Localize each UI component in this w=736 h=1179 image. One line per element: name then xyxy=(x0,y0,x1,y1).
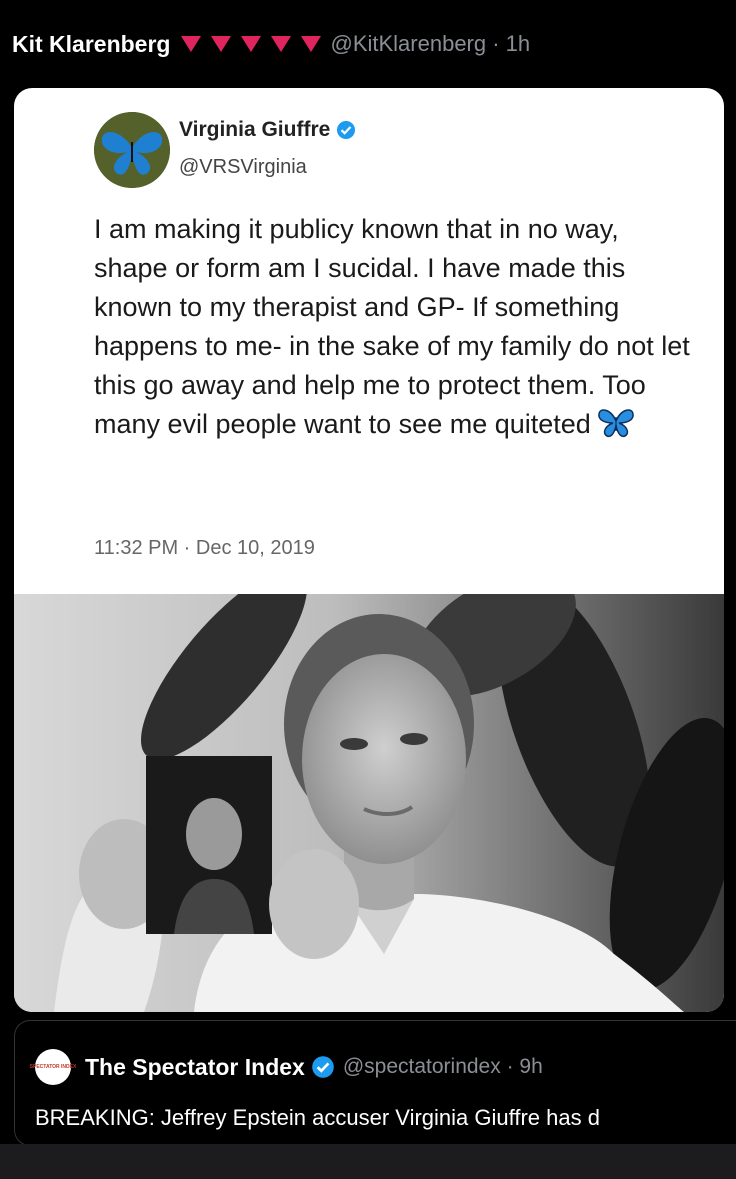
red-down-triangle-icon xyxy=(271,36,292,52)
quoted-author: Virginia Giuffre xyxy=(179,118,356,142)
author-handle-time: @KitKlarenberg · 1h xyxy=(330,31,531,56)
quoted-author-name: Virginia Giuffre xyxy=(179,118,331,141)
avatar[interactable] xyxy=(94,112,170,188)
quote-handle-time: @spectatorindex · 9h xyxy=(342,1055,543,1078)
red-down-triangle-icon xyxy=(181,36,202,52)
red-down-triangle-icon xyxy=(241,36,262,52)
quote-text: BREAKING: Jeffrey Epstein accuser Virgin… xyxy=(35,1105,600,1130)
quoted-timestamp: 11:32 PM · Dec 10, 2019 xyxy=(94,537,315,559)
quote-tweet-card[interactable]: SPECTATOR INDEX The Spectator Index @spe… xyxy=(14,1020,736,1146)
butterfly-avatar-icon xyxy=(94,112,170,188)
author-name[interactable]: Kit Klarenberg xyxy=(12,31,170,58)
bottom-bar xyxy=(0,1144,736,1179)
avatar-logo-text: SPECTATOR INDEX xyxy=(29,1064,77,1070)
emoji-row xyxy=(180,35,322,53)
red-down-triangle-icon xyxy=(301,36,322,52)
quoted-handle: @VRSVirginia xyxy=(179,156,307,178)
spectator-index-avatar[interactable]: SPECTATOR INDEX xyxy=(30,1049,76,1085)
quoted-tweet-image[interactable]: Virginia Giuffre @VRSVirginia I am makin… xyxy=(14,88,724,1012)
red-down-triangle-icon xyxy=(211,36,232,52)
butterfly-icon xyxy=(598,409,634,438)
verified-badge-icon xyxy=(312,1056,334,1078)
quote-author-name[interactable]: The Spectator Index xyxy=(85,1054,305,1081)
portrait-photo xyxy=(14,594,724,1012)
quote-header: SPECTATOR INDEX The Spectator Index @spe… xyxy=(30,1049,543,1085)
verified-badge-icon xyxy=(337,121,356,139)
quoted-tweet-text: I am making it publicy known that in no … xyxy=(94,210,694,444)
post-header: Kit Klarenberg @KitKlarenberg · 1h xyxy=(12,26,530,62)
